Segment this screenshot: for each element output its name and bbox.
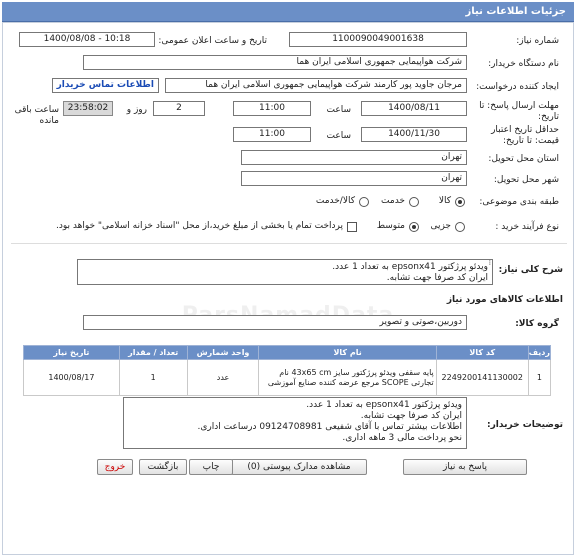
page-header: جزئیات اطلاعات نیاز <box>2 2 574 22</box>
send-time-field: 11:00 <box>233 101 311 116</box>
buyer-desc-line: ویدئو پرژکتور epsonx41 به تعداد 1 عدد. <box>306 400 462 410</box>
details-panel: ParsNamadData شماره نیاز: 11000900490016… <box>2 22 574 555</box>
buyer-desc-box: ویدئو پرژکتور epsonx41 به تعداد 1 عدد. ا… <box>123 397 467 449</box>
send-hour-label: ساعت <box>326 105 352 115</box>
price-hour-label: ساعت <box>326 131 352 141</box>
send-deadline-label: مهلت ارسال پاسخ: تا تاریخ: <box>479 101 559 122</box>
goods-group-label: گروه کالا: <box>515 319 559 329</box>
buyer-contact-link[interactable]: اطلاعات تماس خریدار <box>51 78 159 93</box>
city-field: تهران <box>241 171 467 186</box>
creator-field: مرجان جاوید پور کارمند شرکت هواپیمایی جم… <box>165 78 467 93</box>
need-number-label: شماره نیاز: <box>516 36 559 46</box>
price-validity-label: حداقل تاریخ اعتبار قیمت: تا تاریخ: <box>491 125 559 146</box>
goods-table-header: ردیف کد کالا نام کالا واحد شمارش تعداد /… <box>23 345 552 360</box>
summary-line: ویدئو پرژکتور epsonx41 به تعداد 1 عدد. <box>332 262 488 272</box>
buyer-desc-line: اطلاعات بیشتر تماس با آقای شفیعی 0912470… <box>197 422 462 432</box>
announce-field: 1400/08/08 - 10:18 <box>19 32 155 47</box>
col-code: کد کالا <box>435 345 529 360</box>
purchase-type-label: نوع فرآیند خرید : <box>495 222 559 232</box>
summary-line: ایران کد صرفا جهت تشابه. <box>386 273 488 283</box>
category-service-radio[interactable] <box>409 197 419 207</box>
treasury-payment-checkbox[interactable] <box>347 222 357 232</box>
goods-group-field: دوربین،صوتی و تصویر <box>83 315 467 330</box>
remaining-time-field: 23:58:02 <box>63 101 113 116</box>
province-field: تهران <box>241 150 467 165</box>
buyer-desc-line: ایران کد صرفا جهت تشابه. <box>360 411 462 421</box>
purchase-minor-radio[interactable] <box>455 222 465 232</box>
category-goods-radio[interactable] <box>455 197 465 207</box>
cell-row: 1 <box>527 359 552 396</box>
cell-qty: 1 <box>118 359 188 396</box>
page-root: جزئیات اطلاعات نیاز ParsNamadData شماره … <box>0 0 576 557</box>
summary-textarea[interactable]: ویدئو پرژکتور epsonx41 به تعداد 1 عدد. ا… <box>77 259 493 285</box>
days-label: روز و <box>126 105 147 115</box>
view-attachments-button[interactable]: مشاهده مدارک پیوستی (0) <box>231 459 367 475</box>
col-unit: واحد شمارش <box>186 345 260 360</box>
exit-button[interactable]: خروج <box>97 459 133 475</box>
treasury-payment-note: پرداخت تمام یا بخشی از مبلغ خرید،از محل … <box>55 221 343 231</box>
price-time-field: 11:00 <box>233 127 311 142</box>
goods-table: ردیف کد کالا نام کالا واحد شمارش تعداد /… <box>23 345 552 396</box>
province-label: استان محل تحویل: <box>488 154 559 164</box>
buyer-org-field: شرکت هواپیمایی جمهوری اسلامی ایران هما <box>83 55 467 70</box>
divider <box>11 243 567 244</box>
purchase-medium-label: متوسط <box>376 221 405 231</box>
col-qty: تعداد / مقدار <box>118 345 188 360</box>
remaining-label: ساعت باقی مانده <box>14 105 59 126</box>
purchase-medium-radio[interactable] <box>409 222 419 232</box>
cell-unit: عدد <box>186 359 260 396</box>
cell-code: 2249200141130002 <box>435 359 529 396</box>
need-number-field: 1100090049001638 <box>289 32 467 47</box>
category-both-radio[interactable] <box>359 197 369 207</box>
cell-date: 1400/08/17 <box>23 359 120 396</box>
purchase-minor-label: جزیی <box>430 221 451 231</box>
buyer-org-label: نام دستگاه خریدار: <box>488 59 559 69</box>
print-button[interactable]: چاپ <box>189 459 233 475</box>
announce-label: تاریخ و ساعت اعلان عمومی: <box>158 36 267 46</box>
col-date: تاریخ نیاز <box>23 345 120 360</box>
back-button[interactable]: بازگشت <box>139 459 187 475</box>
days-remaining-field: 2 <box>153 101 205 116</box>
price-date-field: 1400/11/30 <box>361 127 467 142</box>
goods-info-title: اطلاعات کالاهای مورد نیاز <box>446 295 563 305</box>
cell-name: پایه سقفی ویدئو پرژکتور سایز 43x65 cm نا… <box>258 359 437 396</box>
reply-button[interactable]: پاسخ به نیاز <box>403 459 527 475</box>
resize-grip-icon[interactable]: ⁞ <box>489 259 491 267</box>
creator-label: ایجاد کننده درخواست: <box>476 82 559 92</box>
city-label: شهر محل تحویل: <box>493 175 559 185</box>
buyer-desc-label: توضیحات خریدار: <box>487 420 563 430</box>
category-goods-label: کالا <box>438 196 451 206</box>
category-label: طبقه بندی موضوعی: <box>479 197 559 207</box>
buyer-desc-line: نحو پرداخت مالی 3 ماهه اداری. <box>342 433 462 443</box>
col-name: نام کالا <box>258 345 437 360</box>
category-both-label: کالا/خدمت <box>315 196 355 206</box>
summary-label: شرح کلی نیاز: <box>498 265 563 275</box>
table-row: 1 2249200141130002 پایه سقفی ویدئو پرژکت… <box>23 359 552 396</box>
col-row: ردیف <box>527 345 552 360</box>
category-service-label: خدمت <box>381 196 405 206</box>
send-date-field: 1400/08/11 <box>361 101 467 116</box>
